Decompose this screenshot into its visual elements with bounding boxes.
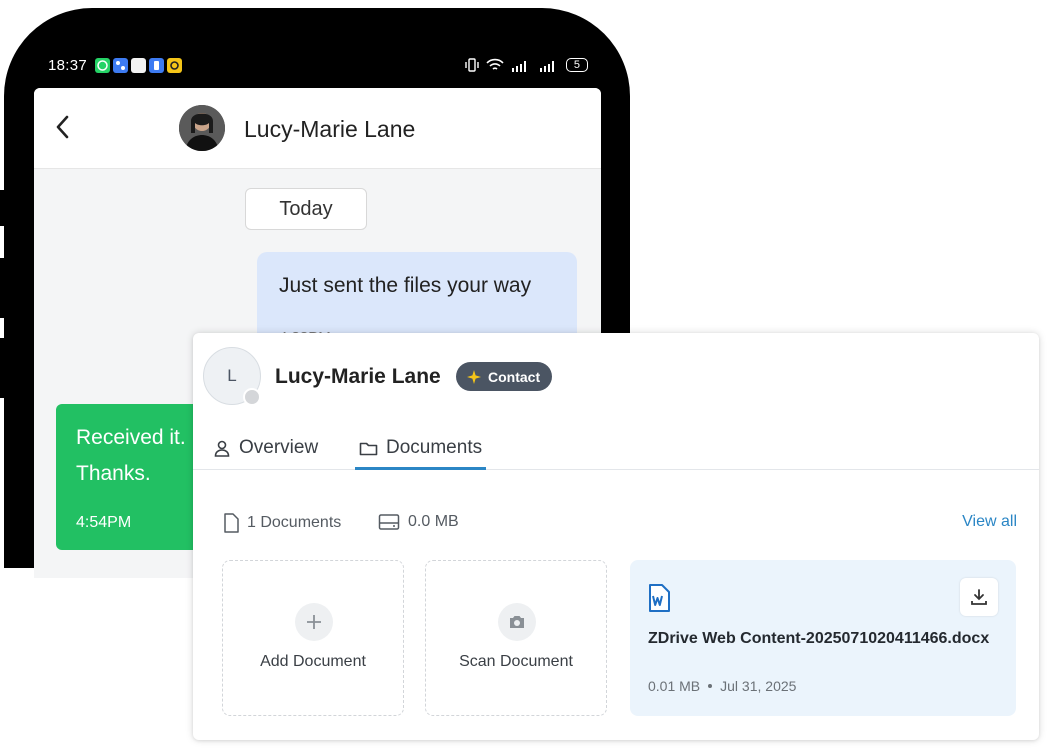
download-button[interactable] — [960, 578, 998, 616]
contact-badge: Contact — [456, 362, 553, 391]
presence-indicator — [243, 388, 261, 406]
chat-header: Lucy-Marie Lane — [34, 88, 601, 169]
download-icon — [971, 589, 987, 605]
document-meta: 0.01 MB Jul 31, 2025 — [648, 678, 796, 694]
phone-power-button — [624, 276, 630, 336]
view-all-link[interactable]: View all — [962, 513, 1017, 531]
tab-label: Documents — [386, 437, 483, 458]
phone-side-button — [0, 190, 6, 226]
phone-side-button — [0, 338, 6, 398]
folder-icon — [359, 442, 378, 455]
app-notification-icon — [131, 57, 147, 73]
signal-icon — [511, 61, 526, 72]
badge-label: Contact — [488, 368, 541, 385]
vibrate-icon — [465, 58, 479, 72]
camera-icon — [498, 603, 536, 641]
date-separator: Today — [245, 188, 367, 230]
app-notification-icon — [149, 57, 165, 73]
contact-name: Lucy-Marie Lane — [275, 365, 441, 388]
documents-count: 1 Documents — [223, 513, 341, 533]
user-icon — [214, 440, 230, 457]
app-notification-icon — [167, 57, 183, 73]
status-bar: 18:37 5 — [48, 52, 588, 78]
sparkle-icon — [467, 369, 481, 384]
tab-documents[interactable]: Documents — [355, 429, 487, 470]
contact-card: L Lucy-Marie Lane Contact Overview Docum… — [193, 333, 1039, 740]
plus-icon — [295, 603, 333, 641]
action-label: Scan Document — [459, 653, 573, 670]
document-item[interactable]: ZDrive Web Content-2025071020411466.docx… — [630, 560, 1016, 716]
app-notification-icon — [113, 57, 129, 73]
documents-count-text: 1 Documents — [247, 514, 342, 531]
back-arrow-icon[interactable] — [54, 114, 72, 140]
message-text: Received it. — [76, 426, 186, 449]
message-time: 4:54PM — [76, 514, 132, 531]
action-label: Add Document — [260, 653, 366, 670]
tab-bar: Overview Documents — [193, 429, 1039, 470]
storage-size: 0.0 MB — [378, 513, 459, 531]
document-size: 0.01 MB — [648, 678, 701, 694]
tab-overview[interactable]: Overview — [213, 429, 318, 467]
storage-size-text: 0.0 MB — [408, 513, 459, 530]
document-name: ZDrive Web Content-2025071020411466.docx — [648, 630, 990, 647]
file-icon — [224, 513, 239, 533]
add-document-button[interactable]: Add Document — [222, 560, 404, 716]
wifi-icon — [486, 58, 504, 70]
message-text: Thanks. — [76, 462, 151, 485]
battery-level: 5 — [573, 59, 580, 71]
battery-icon: 5 — [565, 58, 588, 72]
document-date: Jul 31, 2025 — [720, 678, 797, 694]
tab-label: Overview — [239, 437, 319, 458]
scan-document-button[interactable]: Scan Document — [425, 560, 607, 716]
whatsapp-icon — [95, 57, 111, 73]
separator-dot — [708, 684, 713, 688]
chat-contact-name: Lucy-Marie Lane — [244, 116, 416, 142]
contact-avatar[interactable] — [179, 105, 225, 151]
status-time: 18:37 — [48, 56, 88, 74]
word-doc-icon — [649, 584, 670, 612]
storage-icon — [378, 514, 400, 530]
avatar-initial: L — [227, 366, 237, 385]
message-text: Just sent the files your way — [279, 274, 532, 297]
phone-side-button — [0, 258, 6, 318]
signal-icon — [539, 61, 554, 72]
